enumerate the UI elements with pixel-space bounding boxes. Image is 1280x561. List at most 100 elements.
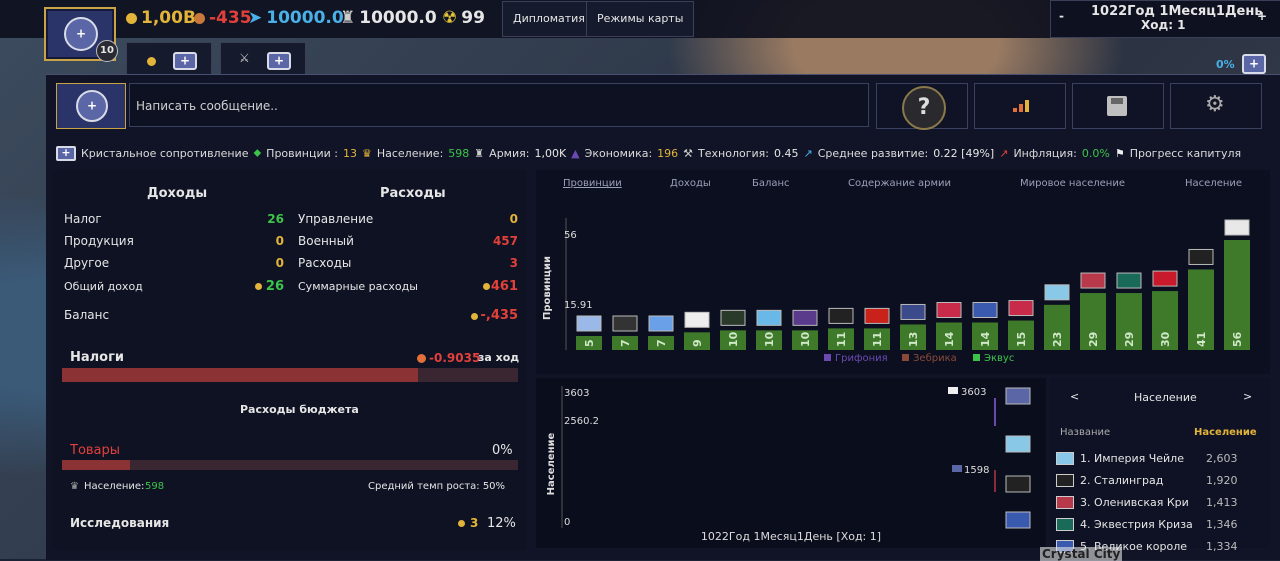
income-value: 0 [275, 234, 284, 248]
point-flag-icon [952, 465, 962, 472]
expense-label: Суммарные расходы [298, 280, 418, 293]
signal-stats-button[interactable] [974, 83, 1066, 129]
population-value: 1,346 [1206, 517, 1238, 531]
income-delta: -435 [194, 8, 252, 28]
bar-value-label: 29 [1123, 332, 1136, 347]
balance-label: Баланс [64, 308, 110, 322]
diplomacy-button[interactable]: Дипломатия [502, 1, 596, 37]
population-value: 1,413 [1206, 495, 1238, 509]
tab-provinces[interactable]: Провинции [563, 178, 622, 189]
gold-coin-icon [147, 57, 156, 66]
tick-label: 15.91 [564, 300, 593, 311]
help-button[interactable]: ? [876, 83, 968, 130]
date-turn-box: - 1022Год 1Месяц1День Ход: 1 + [1050, 0, 1280, 38]
nuke-resource: ☢ 99 [442, 8, 485, 28]
army-resource: ♜ 10000.0 [340, 8, 437, 28]
bar-flag-icon [684, 311, 710, 328]
bar-flag-icon [1044, 284, 1070, 301]
ranking-row[interactable]: 4. Эквестрия Криза 1,346 [1056, 514, 1266, 534]
gold-resource: 1,00B [126, 8, 196, 28]
tab-army-country[interactable]: ⚔ [220, 42, 306, 76]
expense-label: Расходы [298, 256, 352, 270]
country-name: 4. Эквестрия Криза [1080, 517, 1193, 531]
growth-label: Средний темп роста: 50% [368, 481, 506, 492]
bar-flag-icon [576, 315, 602, 332]
chat-message-input[interactable]: Написать сообщение.. [129, 83, 869, 127]
tab-balance[interactable]: Баланс [752, 178, 790, 189]
legend-flag-icon [1005, 475, 1031, 493]
small-emblem-icon [173, 52, 197, 70]
sword-icon: ⚔ [239, 51, 250, 65]
tab-world-population[interactable]: Мировое население [1020, 178, 1125, 189]
bar-value-label: 7 [655, 339, 668, 347]
province-icon: ⬥ [253, 146, 262, 159]
pop-value: 598 [145, 481, 165, 492]
country-name: 1. Империя Чейле [1080, 451, 1184, 465]
legend-label: Грифония [835, 353, 888, 364]
manpower-resource: ➤ 10000.0 [248, 8, 344, 28]
date-plus-button[interactable]: + [1257, 9, 1267, 23]
population-value: 1,920 [1206, 473, 1238, 487]
bar-value-label: 41 [1195, 332, 1208, 347]
taxes-label: Налоги [70, 350, 125, 365]
plane-icon: ➤ [248, 8, 263, 28]
income-value: 26 [267, 212, 284, 226]
income-value: 26 [265, 279, 284, 294]
prev-button[interactable]: < [1070, 390, 1079, 403]
expense-value: 461 [490, 279, 518, 294]
goods-progress-bar[interactable] [62, 460, 518, 470]
soldier-icon: ♜ [340, 8, 356, 28]
bar-value-label: 10 [799, 331, 812, 347]
radiation-icon: ☢ [442, 8, 458, 28]
tab-income[interactable]: Доходы [670, 178, 711, 189]
bar-flag-icon [612, 315, 638, 332]
bar-value-label: 30 [1159, 331, 1172, 347]
income-label: Другое [64, 256, 110, 270]
budget-title: Расходы бюджета [240, 403, 359, 416]
income-expense-table: Доходы Расходы Налог 26 Продукция 0 Друг… [52, 170, 526, 550]
income-label: Общий доход [64, 280, 143, 293]
taxes-progress-bar[interactable] [62, 368, 518, 382]
goods-value: 0% [492, 443, 513, 458]
ranking-row[interactable]: 1. Империя Чейле 2,603 [1056, 448, 1266, 468]
bar-flag-icon [1224, 219, 1250, 236]
player-flag[interactable] [56, 83, 126, 129]
save-button[interactable] [1072, 83, 1164, 129]
white-flag-icon: ⚑ [1114, 146, 1125, 160]
provinces-chart-panel: Провинции 56 15.91 5 7 7 9 10 10 10 11 11 13 14 14 15 23… [536, 170, 1270, 374]
legend-swatch [824, 354, 831, 361]
country-name: Кристальное сопротивление [81, 146, 249, 160]
ranking-title: Население [1134, 391, 1197, 404]
settings-button[interactable]: ⚙ [1170, 83, 1262, 129]
legend-flag-icon [1005, 387, 1031, 405]
small-emblem-icon [267, 52, 291, 70]
ranking-row[interactable]: 2. Сталинград 1,920 [1056, 470, 1266, 490]
goods-progress-fill [62, 460, 131, 470]
soldier-icon: ♜ [474, 146, 485, 160]
bar-value-label: 11 [835, 332, 848, 347]
date-minus-button[interactable]: - [1059, 9, 1064, 23]
map-modes-button[interactable]: Режимы карты [586, 1, 695, 37]
income-title: Доходы [147, 186, 208, 201]
tab-population[interactable]: Население [1185, 178, 1242, 189]
bar-flag-icon [1152, 270, 1178, 287]
player-emblem-icon [76, 90, 108, 122]
tab-gold-country[interactable] [126, 42, 212, 76]
bar-flag-icon [972, 302, 998, 318]
balance-value: -,435 [480, 308, 518, 323]
tab-army-upkeep[interactable]: Содержание армии [848, 178, 951, 189]
taxes-suffix: за ход [478, 351, 520, 364]
ranking-row[interactable]: 3. Оленивская Кри 1,413 [1056, 492, 1266, 512]
legend-flag-icon [1005, 435, 1031, 453]
bar-value-label: 23 [1051, 332, 1064, 347]
level-badge: 10 [96, 40, 118, 62]
point-flag-icon [948, 387, 958, 394]
research-count: 3 [470, 516, 479, 530]
population-value: 1,334 [1206, 539, 1238, 553]
country-flag-icon [1056, 473, 1074, 487]
next-button[interactable]: > [1243, 390, 1252, 403]
income-value: 0 [275, 256, 284, 270]
bar-value-label: 13 [907, 332, 920, 347]
gear-icon: ⚙ [1205, 92, 1225, 117]
population-column-header: Население [1194, 427, 1257, 438]
